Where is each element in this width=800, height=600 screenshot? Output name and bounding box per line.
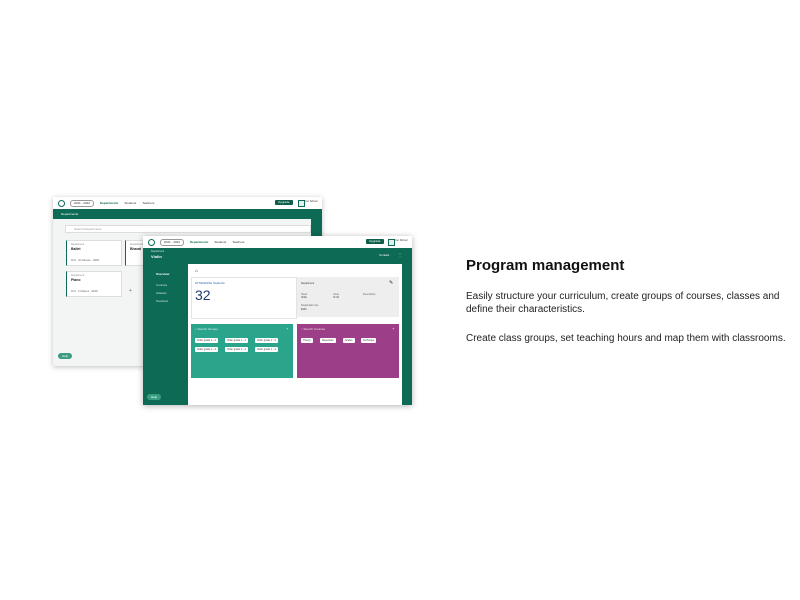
add-group-icon[interactable]: + bbox=[286, 326, 288, 331]
contact-button[interactable]: Contact bbox=[379, 253, 389, 257]
info-title: Department bbox=[301, 282, 315, 285]
groups-search-placeholder: Search Groups bbox=[197, 327, 218, 331]
upgrade-button[interactable]: Upgrade bbox=[275, 200, 293, 205]
card-name: Ballet bbox=[71, 247, 81, 251]
card-name: Piano bbox=[71, 278, 81, 282]
card-label: Department bbox=[71, 243, 85, 246]
nav-departments[interactable]: Departments bbox=[190, 240, 208, 244]
courses-search[interactable]: ⌕ Search Courses bbox=[301, 327, 325, 331]
app-logo-icon bbox=[58, 199, 65, 207]
user-name[interactable]: Your School bbox=[304, 200, 317, 203]
sidebar-item-teachers[interactable]: Teachers bbox=[156, 299, 168, 303]
info-head-value: Violin bbox=[301, 296, 308, 299]
course-chip[interactable]: Repertoire bbox=[320, 338, 336, 343]
help-button[interactable]: Help bbox=[147, 394, 162, 400]
home-icon[interactable]: ⌂ bbox=[195, 268, 198, 274]
info-fee-key: Registration fee bbox=[301, 304, 319, 307]
edit-icon[interactable]: ✎ bbox=[389, 280, 393, 286]
group-chip[interactable]: Violin grade 1 - 4 bbox=[225, 338, 248, 343]
card-label: Department bbox=[71, 274, 85, 277]
sidebar-item-classes[interactable]: Classes bbox=[156, 291, 167, 295]
search-input[interactable]: Search Departments bbox=[65, 225, 311, 233]
info-fee-value: $100 bbox=[301, 308, 307, 311]
groups-search[interactable]: ⌕ Search Groups bbox=[195, 327, 218, 331]
upgrade-button[interactable]: Upgrade bbox=[366, 239, 384, 244]
card-stats: 4/21 · 32 Classes · 18/28 bbox=[71, 259, 99, 262]
group-chip[interactable]: Violin grade 1 - 4 bbox=[225, 347, 248, 352]
department-card[interactable]: Department Ballet 4/21 · 32 Classes · 18… bbox=[66, 240, 122, 266]
section-header: Departments bbox=[53, 209, 322, 219]
front-right-panel bbox=[402, 264, 412, 405]
overview-content: ⌂ ATTENDING Students 32 Department ✎ Hea… bbox=[188, 264, 402, 405]
course-chip[interactable]: Technique bbox=[361, 338, 377, 343]
stat-value: 32 bbox=[195, 287, 211, 303]
group-chip[interactable]: Violin grade 1 - 4 bbox=[195, 347, 218, 352]
info-description-key: Description bbox=[363, 293, 376, 296]
nav-students[interactable]: Students bbox=[124, 201, 136, 205]
nav-teachers[interactable]: Teachers bbox=[142, 201, 154, 205]
card-stats: 4/21 · 9 Classes · 18/28 bbox=[71, 290, 98, 293]
courses-card: ⌕ Search Courses + Theory Repertoire Sca… bbox=[297, 324, 399, 378]
department-card[interactable]: Department Bharat bbox=[125, 240, 145, 266]
page-title: Violin bbox=[151, 254, 162, 259]
add-icon[interactable]: + bbox=[129, 288, 132, 294]
feature-description-2: Create class groups, set teaching hours … bbox=[466, 333, 786, 344]
stat-link[interactable]: ATTENDING Students bbox=[195, 281, 225, 285]
feature-title: Program management bbox=[466, 257, 625, 274]
department-card[interactable]: Department Piano 4/21 · 9 Classes · 18/2… bbox=[66, 271, 122, 297]
year-select[interactable]: 2021 - 2022 bbox=[70, 199, 95, 207]
breadcrumb[interactable]: Department bbox=[151, 250, 164, 253]
group-chip[interactable]: Violin grade 1 - 4 bbox=[195, 338, 218, 343]
card-name: Bharat bbox=[130, 247, 142, 251]
feature-description: Easily structure your curriculum, create… bbox=[466, 291, 780, 315]
department-info-card: Department ✎ Head Violin Code VI-10 Desc… bbox=[297, 277, 399, 317]
app-logo-icon bbox=[148, 238, 155, 246]
nav-teachers[interactable]: Teachers bbox=[232, 240, 244, 244]
sidebar-item-courses[interactable]: Courses bbox=[156, 283, 167, 287]
groups-card: ⌕ Search Groups + Violin grade 1 - 4 Vio… bbox=[191, 324, 293, 378]
section-title: Departments bbox=[61, 212, 79, 216]
search-placeholder: Search Departments bbox=[74, 227, 102, 231]
courses-search-placeholder: Search Courses bbox=[303, 327, 326, 331]
user-name[interactable]: Your School bbox=[394, 239, 407, 242]
group-chip[interactable]: Violin grade 1 - 4 bbox=[255, 347, 278, 352]
help-button[interactable]: Help bbox=[58, 353, 73, 359]
nav-students[interactable]: Students bbox=[214, 240, 226, 244]
add-course-icon[interactable]: + bbox=[392, 326, 394, 331]
group-chip[interactable]: Violin grade 1 - 4 bbox=[255, 338, 278, 343]
card-label: Department bbox=[130, 243, 144, 246]
year-select[interactable]: 2021 - 2022 bbox=[160, 238, 185, 246]
sidebar: Overview Courses Classes Teachers Help bbox=[143, 264, 188, 405]
sidebar-item-overview[interactable]: Overview bbox=[156, 272, 169, 276]
more-menu-icon[interactable]: ⋮ bbox=[398, 252, 402, 257]
course-chip[interactable]: Theory bbox=[301, 338, 313, 343]
nav-departments[interactable]: Departments bbox=[100, 201, 118, 205]
students-stat-card: ATTENDING Students 32 bbox=[191, 277, 297, 319]
course-chip[interactable]: Scales bbox=[343, 338, 355, 343]
info-code-value: VI-10 bbox=[333, 296, 339, 299]
front-app-window: 2021 - 2022 Departments Students Teacher… bbox=[143, 236, 412, 405]
page-header: Department Violin Contact ⋮ bbox=[143, 248, 412, 264]
